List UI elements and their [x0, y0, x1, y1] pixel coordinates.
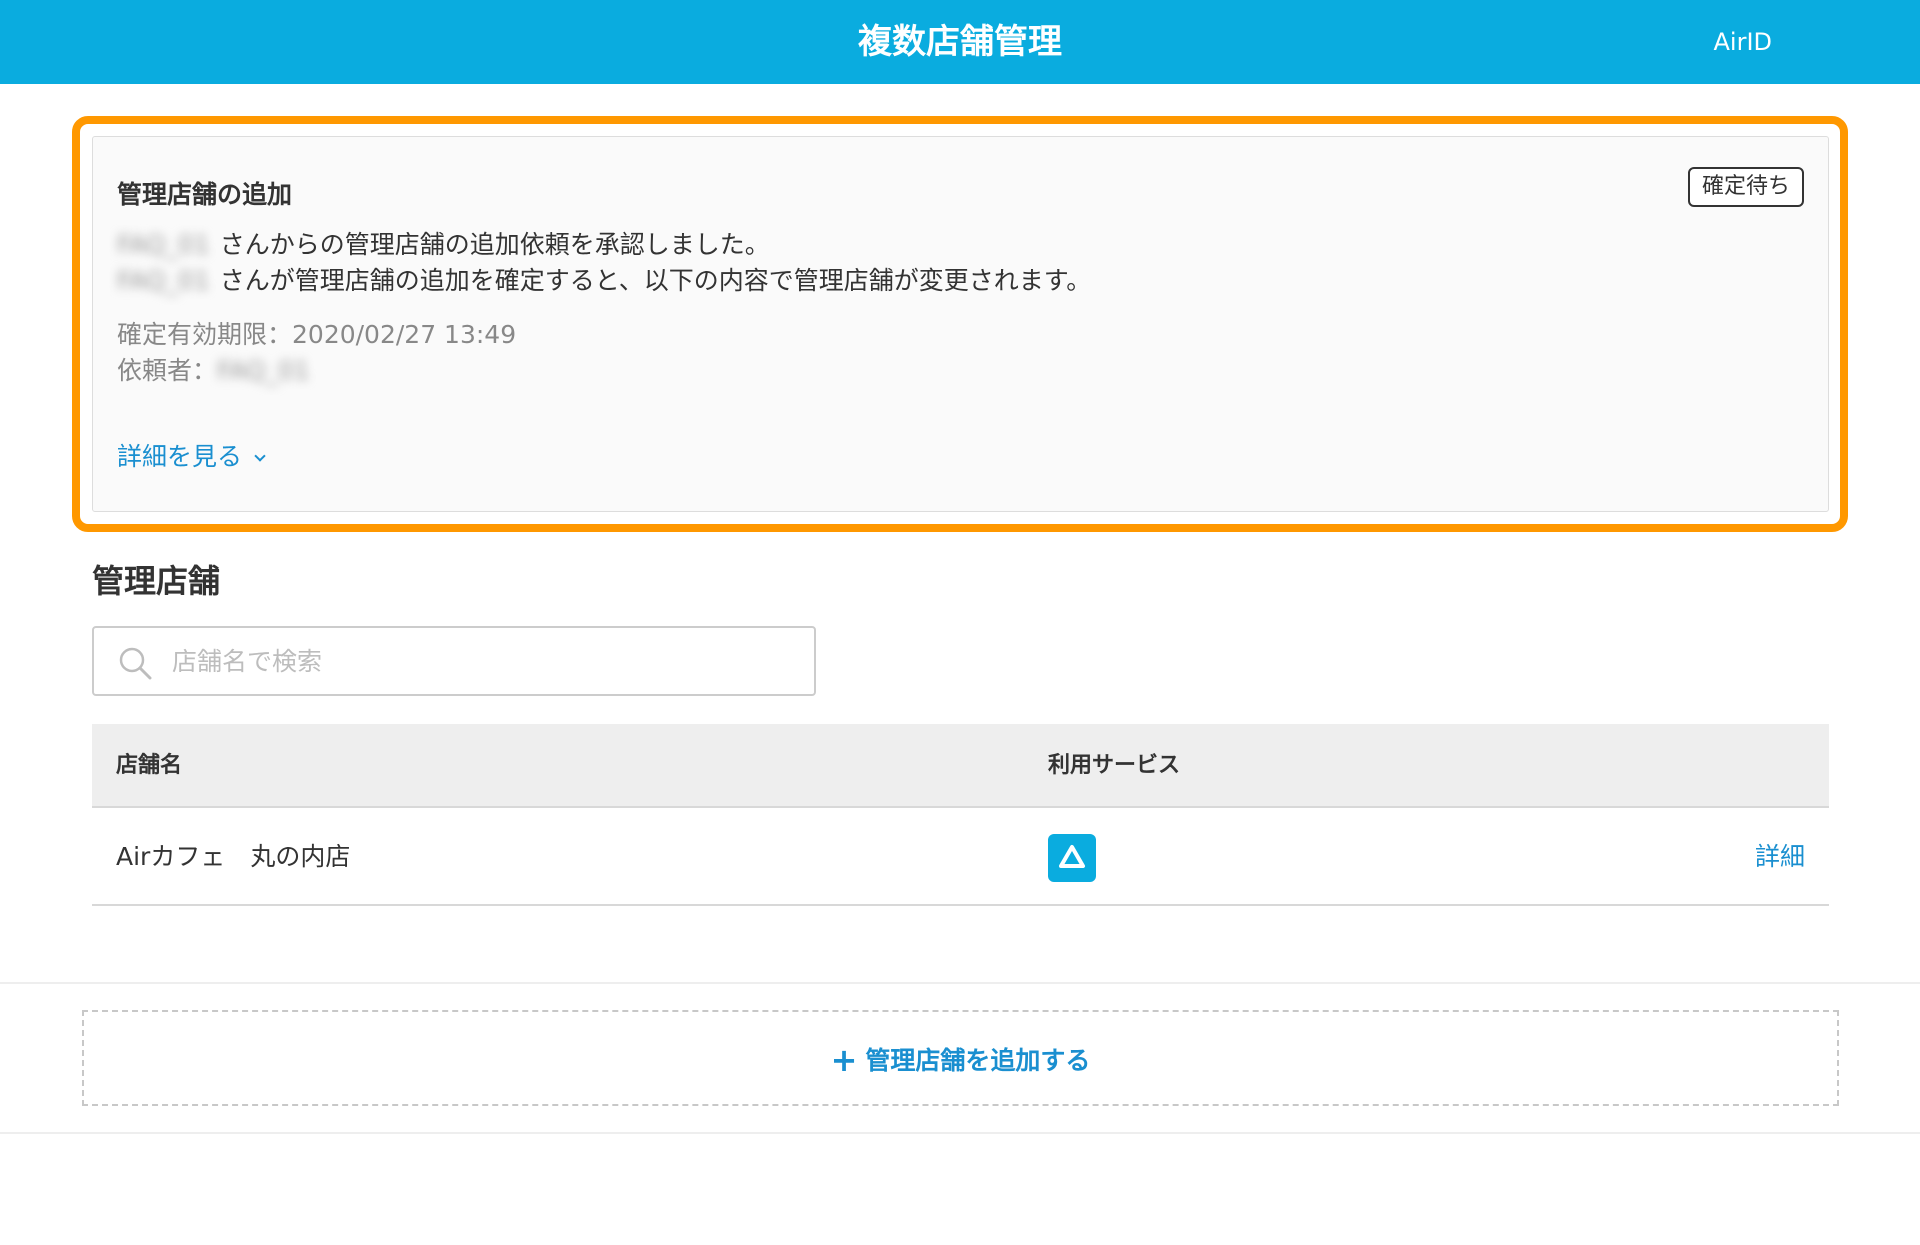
show-details-label: 詳細を見る — [117, 442, 243, 471]
expiry-label: 確定有効期限： — [117, 320, 293, 349]
show-details-link[interactable]: 詳細を見る — [117, 437, 266, 473]
notice-message-text-2: さんが管理店舗の追加を確定すると、以下の内容で管理店舗が変更されます。 — [219, 266, 1092, 295]
plus-icon: + — [830, 1041, 858, 1079]
expiry-line: 確定有効期限：2020/02/27 13:49 — [117, 315, 516, 351]
column-header-services: 利用サービス — [1048, 753, 1181, 778]
stores-table: 店舗名 利用サービス Airカフェ 丸の内店 詳細 — [92, 724, 1829, 906]
add-store-label: 管理店舗を追加する — [865, 1046, 1091, 1075]
requester-value-blurred: FAQ_01 — [217, 356, 310, 385]
notice-card: 管理店舗の追加 確定待ち FAQ_01 さんからの管理店舗の追加依頼を承認しました… — [92, 136, 1829, 512]
requester-line: 依頼者：FAQ_01 — [117, 351, 320, 387]
airregi-triangle-icon — [1048, 834, 1096, 882]
store-search-box — [92, 626, 816, 696]
store-name-cell: Airカフェ 丸の内店 — [116, 842, 351, 871]
store-detail-link[interactable]: 詳細 — [1755, 808, 1805, 906]
requester-name-blurred: FAQ_01 — [117, 266, 210, 295]
requester-label: 依頼者： — [117, 356, 218, 385]
notice-title: 管理店舗の追加 — [117, 180, 293, 209]
chevron-down-icon — [254, 450, 266, 462]
app-header: 複数店舗管理 AirID — [0, 0, 1920, 84]
table-row: Airカフェ 丸の内店 詳細 — [92, 808, 1829, 906]
requester-name-blurred: FAQ_01 — [117, 230, 210, 259]
managed-stores-title: 管理店舗 — [92, 562, 221, 600]
status-badge: 確定待ち — [1687, 167, 1804, 207]
search-icon — [119, 647, 152, 680]
column-header-store-name: 店舗名 — [116, 753, 183, 778]
add-store-button[interactable]: + 管理店舗を追加する — [82, 1010, 1839, 1106]
notice-message-line-2: FAQ_01 さんが管理店舗の追加を確定すると、以下の内容で管理店舗が変更されます… — [117, 261, 1091, 297]
expiry-value: 2020/02/27 13:49 — [292, 320, 517, 349]
notice-message-text-1: さんからの管理店舗の追加依頼を承認しました。 — [219, 230, 770, 259]
page-title: 複数店舗管理 — [858, 22, 1062, 62]
notice-message-line-1: FAQ_01 さんからの管理店舗の追加依頼を承認しました。 — [117, 225, 770, 261]
store-search-input[interactable] — [170, 630, 790, 692]
account-menu[interactable]: AirID — [1713, 0, 1772, 84]
table-header: 店舗名 利用サービス — [92, 724, 1829, 808]
